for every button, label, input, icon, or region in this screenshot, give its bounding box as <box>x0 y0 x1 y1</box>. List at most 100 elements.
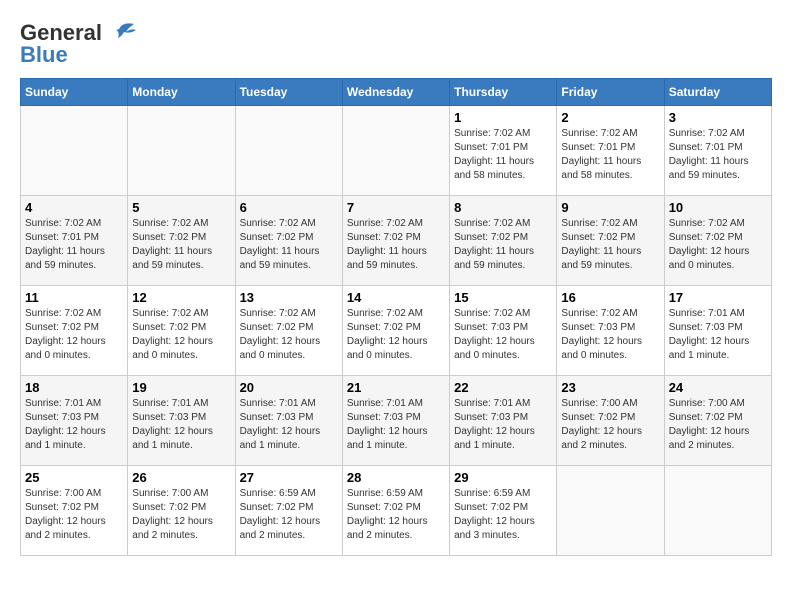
day-info: Sunrise: 7:02 AMSunset: 7:03 PMDaylight:… <box>454 307 552 363</box>
calendar-cell: 22 Sunrise: 7:01 AMSunset: 7:03 PMDayligh… <box>450 376 557 466</box>
day-number: 20 <box>240 380 338 395</box>
calendar-cell <box>235 106 342 196</box>
calendar-cell: 7 Sunrise: 7:02 AMSunset: 7:02 PMDaylight… <box>342 196 449 286</box>
calendar-cell: 8 Sunrise: 7:02 AMSunset: 7:02 PMDaylight… <box>450 196 557 286</box>
weekday-header-wednesday: Wednesday <box>342 79 449 106</box>
day-number: 25 <box>25 470 123 485</box>
day-number: 19 <box>132 380 230 395</box>
day-info: Sunrise: 7:02 AMSunset: 7:02 PMDaylight:… <box>347 217 445 273</box>
day-number: 11 <box>25 290 123 305</box>
day-info: Sunrise: 7:02 AMSunset: 7:01 PMDaylight:… <box>669 127 767 183</box>
logo-blue: Blue <box>20 42 68 68</box>
calendar-cell <box>342 106 449 196</box>
weekday-header-sunday: Sunday <box>21 79 128 106</box>
day-number: 22 <box>454 380 552 395</box>
day-info: Sunrise: 7:01 AMSunset: 7:03 PMDaylight:… <box>25 397 123 453</box>
day-info: Sunrise: 7:02 AMSunset: 7:02 PMDaylight:… <box>132 217 230 273</box>
calendar-cell: 3 Sunrise: 7:02 AMSunset: 7:01 PMDaylight… <box>664 106 771 196</box>
day-info: Sunrise: 7:01 AMSunset: 7:03 PMDaylight:… <box>454 397 552 453</box>
day-number: 23 <box>561 380 659 395</box>
calendar-cell: 11 Sunrise: 7:02 AMSunset: 7:02 PMDayligh… <box>21 286 128 376</box>
day-number: 26 <box>132 470 230 485</box>
week-row-0: 1 Sunrise: 7:02 AMSunset: 7:01 PMDaylight… <box>21 106 772 196</box>
day-info: Sunrise: 7:01 AMSunset: 7:03 PMDaylight:… <box>347 397 445 453</box>
weekday-header-thursday: Thursday <box>450 79 557 106</box>
weekday-header-row: SundayMondayTuesdayWednesdayThursdayFrid… <box>21 79 772 106</box>
calendar-cell: 1 Sunrise: 7:02 AMSunset: 7:01 PMDaylight… <box>450 106 557 196</box>
day-number: 24 <box>669 380 767 395</box>
calendar-cell: 29 Sunrise: 6:59 AMSunset: 7:02 PMDayligh… <box>450 466 557 556</box>
day-info: Sunrise: 7:01 AMSunset: 7:03 PMDaylight:… <box>669 307 767 363</box>
day-number: 7 <box>347 200 445 215</box>
day-number: 13 <box>240 290 338 305</box>
calendar-cell: 15 Sunrise: 7:02 AMSunset: 7:03 PMDayligh… <box>450 286 557 376</box>
week-row-4: 25 Sunrise: 7:00 AMSunset: 7:02 PMDayligh… <box>21 466 772 556</box>
week-row-2: 11 Sunrise: 7:02 AMSunset: 7:02 PMDayligh… <box>21 286 772 376</box>
day-info: Sunrise: 7:00 AMSunset: 7:02 PMDaylight:… <box>561 397 659 453</box>
day-number: 29 <box>454 470 552 485</box>
weekday-header-friday: Friday <box>557 79 664 106</box>
week-row-3: 18Sunrise: 7:01 AMSunset: 7:03 PMDayligh… <box>21 376 772 466</box>
calendar-cell <box>128 106 235 196</box>
day-number: 3 <box>669 110 767 125</box>
calendar-cell: 21 Sunrise: 7:01 AMSunset: 7:03 PMDayligh… <box>342 376 449 466</box>
calendar-cell: 12 Sunrise: 7:02 AMSunset: 7:02 PMDayligh… <box>128 286 235 376</box>
day-number: 5 <box>132 200 230 215</box>
day-info: Sunrise: 7:02 AMSunset: 7:02 PMDaylight:… <box>347 307 445 363</box>
day-info: Sunrise: 6:59 AMSunset: 7:02 PMDaylight:… <box>347 487 445 543</box>
calendar-cell: 24 Sunrise: 7:00 AMSunset: 7:02 PMDayligh… <box>664 376 771 466</box>
day-info: Sunrise: 7:02 AMSunset: 7:02 PMDaylight:… <box>240 217 338 273</box>
calendar-cell: 10 Sunrise: 7:02 AMSunset: 7:02 PMDayligh… <box>664 196 771 286</box>
calendar-cell <box>664 466 771 556</box>
day-number: 21 <box>347 380 445 395</box>
day-info: Sunrise: 7:02 AMSunset: 7:02 PMDaylight:… <box>132 307 230 363</box>
day-info: Sunrise: 7:02 AMSunset: 7:01 PMDaylight:… <box>25 217 123 273</box>
day-info: Sunrise: 7:00 AMSunset: 7:02 PMDaylight:… <box>132 487 230 543</box>
day-number: 6 <box>240 200 338 215</box>
calendar-cell: 20Sunrise: 7:01 AMSunset: 7:03 PMDayligh… <box>235 376 342 466</box>
calendar-cell: 25 Sunrise: 7:00 AMSunset: 7:02 PMDayligh… <box>21 466 128 556</box>
weekday-header-tuesday: Tuesday <box>235 79 342 106</box>
weekday-header-monday: Monday <box>128 79 235 106</box>
calendar-cell: 27Sunrise: 6:59 AMSunset: 7:02 PMDayligh… <box>235 466 342 556</box>
day-info: Sunrise: 7:02 AMSunset: 7:02 PMDaylight:… <box>240 307 338 363</box>
day-info: Sunrise: 7:02 AMSunset: 7:02 PMDaylight:… <box>25 307 123 363</box>
day-info: Sunrise: 7:01 AMSunset: 7:03 PMDaylight:… <box>132 397 230 453</box>
day-info: Sunrise: 7:02 AMSunset: 7:01 PMDaylight:… <box>454 127 552 183</box>
calendar-cell: 19 Sunrise: 7:01 AMSunset: 7:03 PMDayligh… <box>128 376 235 466</box>
day-number: 1 <box>454 110 552 125</box>
day-number: 4 <box>25 200 123 215</box>
calendar-cell: 4 Sunrise: 7:02 AMSunset: 7:01 PMDaylight… <box>21 196 128 286</box>
calendar-cell <box>21 106 128 196</box>
day-number: 12 <box>132 290 230 305</box>
day-number: 10 <box>669 200 767 215</box>
logo: General Blue <box>20 20 136 68</box>
day-info: Sunrise: 7:02 AMSunset: 7:02 PMDaylight:… <box>454 217 552 273</box>
calendar-cell: 5 Sunrise: 7:02 AMSunset: 7:02 PMDaylight… <box>128 196 235 286</box>
calendar-cell: 9Sunrise: 7:02 AMSunset: 7:02 PMDaylight… <box>557 196 664 286</box>
day-info: Sunrise: 7:02 AMSunset: 7:02 PMDaylight:… <box>669 217 767 273</box>
day-info: Sunrise: 7:02 AMSunset: 7:01 PMDaylight:… <box>561 127 659 183</box>
day-number: 8 <box>454 200 552 215</box>
calendar-cell <box>557 466 664 556</box>
calendar-cell: 28Sunrise: 6:59 AMSunset: 7:02 PMDayligh… <box>342 466 449 556</box>
calendar-table: SundayMondayTuesdayWednesdayThursdayFrid… <box>20 78 772 556</box>
day-number: 2 <box>561 110 659 125</box>
calendar-cell: 18Sunrise: 7:01 AMSunset: 7:03 PMDayligh… <box>21 376 128 466</box>
day-number: 15 <box>454 290 552 305</box>
day-info: Sunrise: 7:00 AMSunset: 7:02 PMDaylight:… <box>669 397 767 453</box>
day-info: Sunrise: 7:02 AMSunset: 7:03 PMDaylight:… <box>561 307 659 363</box>
calendar-cell: 6 Sunrise: 7:02 AMSunset: 7:02 PMDaylight… <box>235 196 342 286</box>
day-info: Sunrise: 7:02 AMSunset: 7:02 PMDaylight:… <box>561 217 659 273</box>
calendar-cell: 26 Sunrise: 7:00 AMSunset: 7:02 PMDayligh… <box>128 466 235 556</box>
calendar-cell: 23 Sunrise: 7:00 AMSunset: 7:02 PMDayligh… <box>557 376 664 466</box>
header: General Blue <box>20 20 772 68</box>
day-number: 27 <box>240 470 338 485</box>
calendar-cell: 17Sunrise: 7:01 AMSunset: 7:03 PMDayligh… <box>664 286 771 376</box>
day-number: 14 <box>347 290 445 305</box>
week-row-1: 4 Sunrise: 7:02 AMSunset: 7:01 PMDaylight… <box>21 196 772 286</box>
day-number: 16 <box>561 290 659 305</box>
day-info: Sunrise: 6:59 AMSunset: 7:02 PMDaylight:… <box>454 487 552 543</box>
logo-bird-icon <box>106 22 136 44</box>
day-info: Sunrise: 7:00 AMSunset: 7:02 PMDaylight:… <box>25 487 123 543</box>
